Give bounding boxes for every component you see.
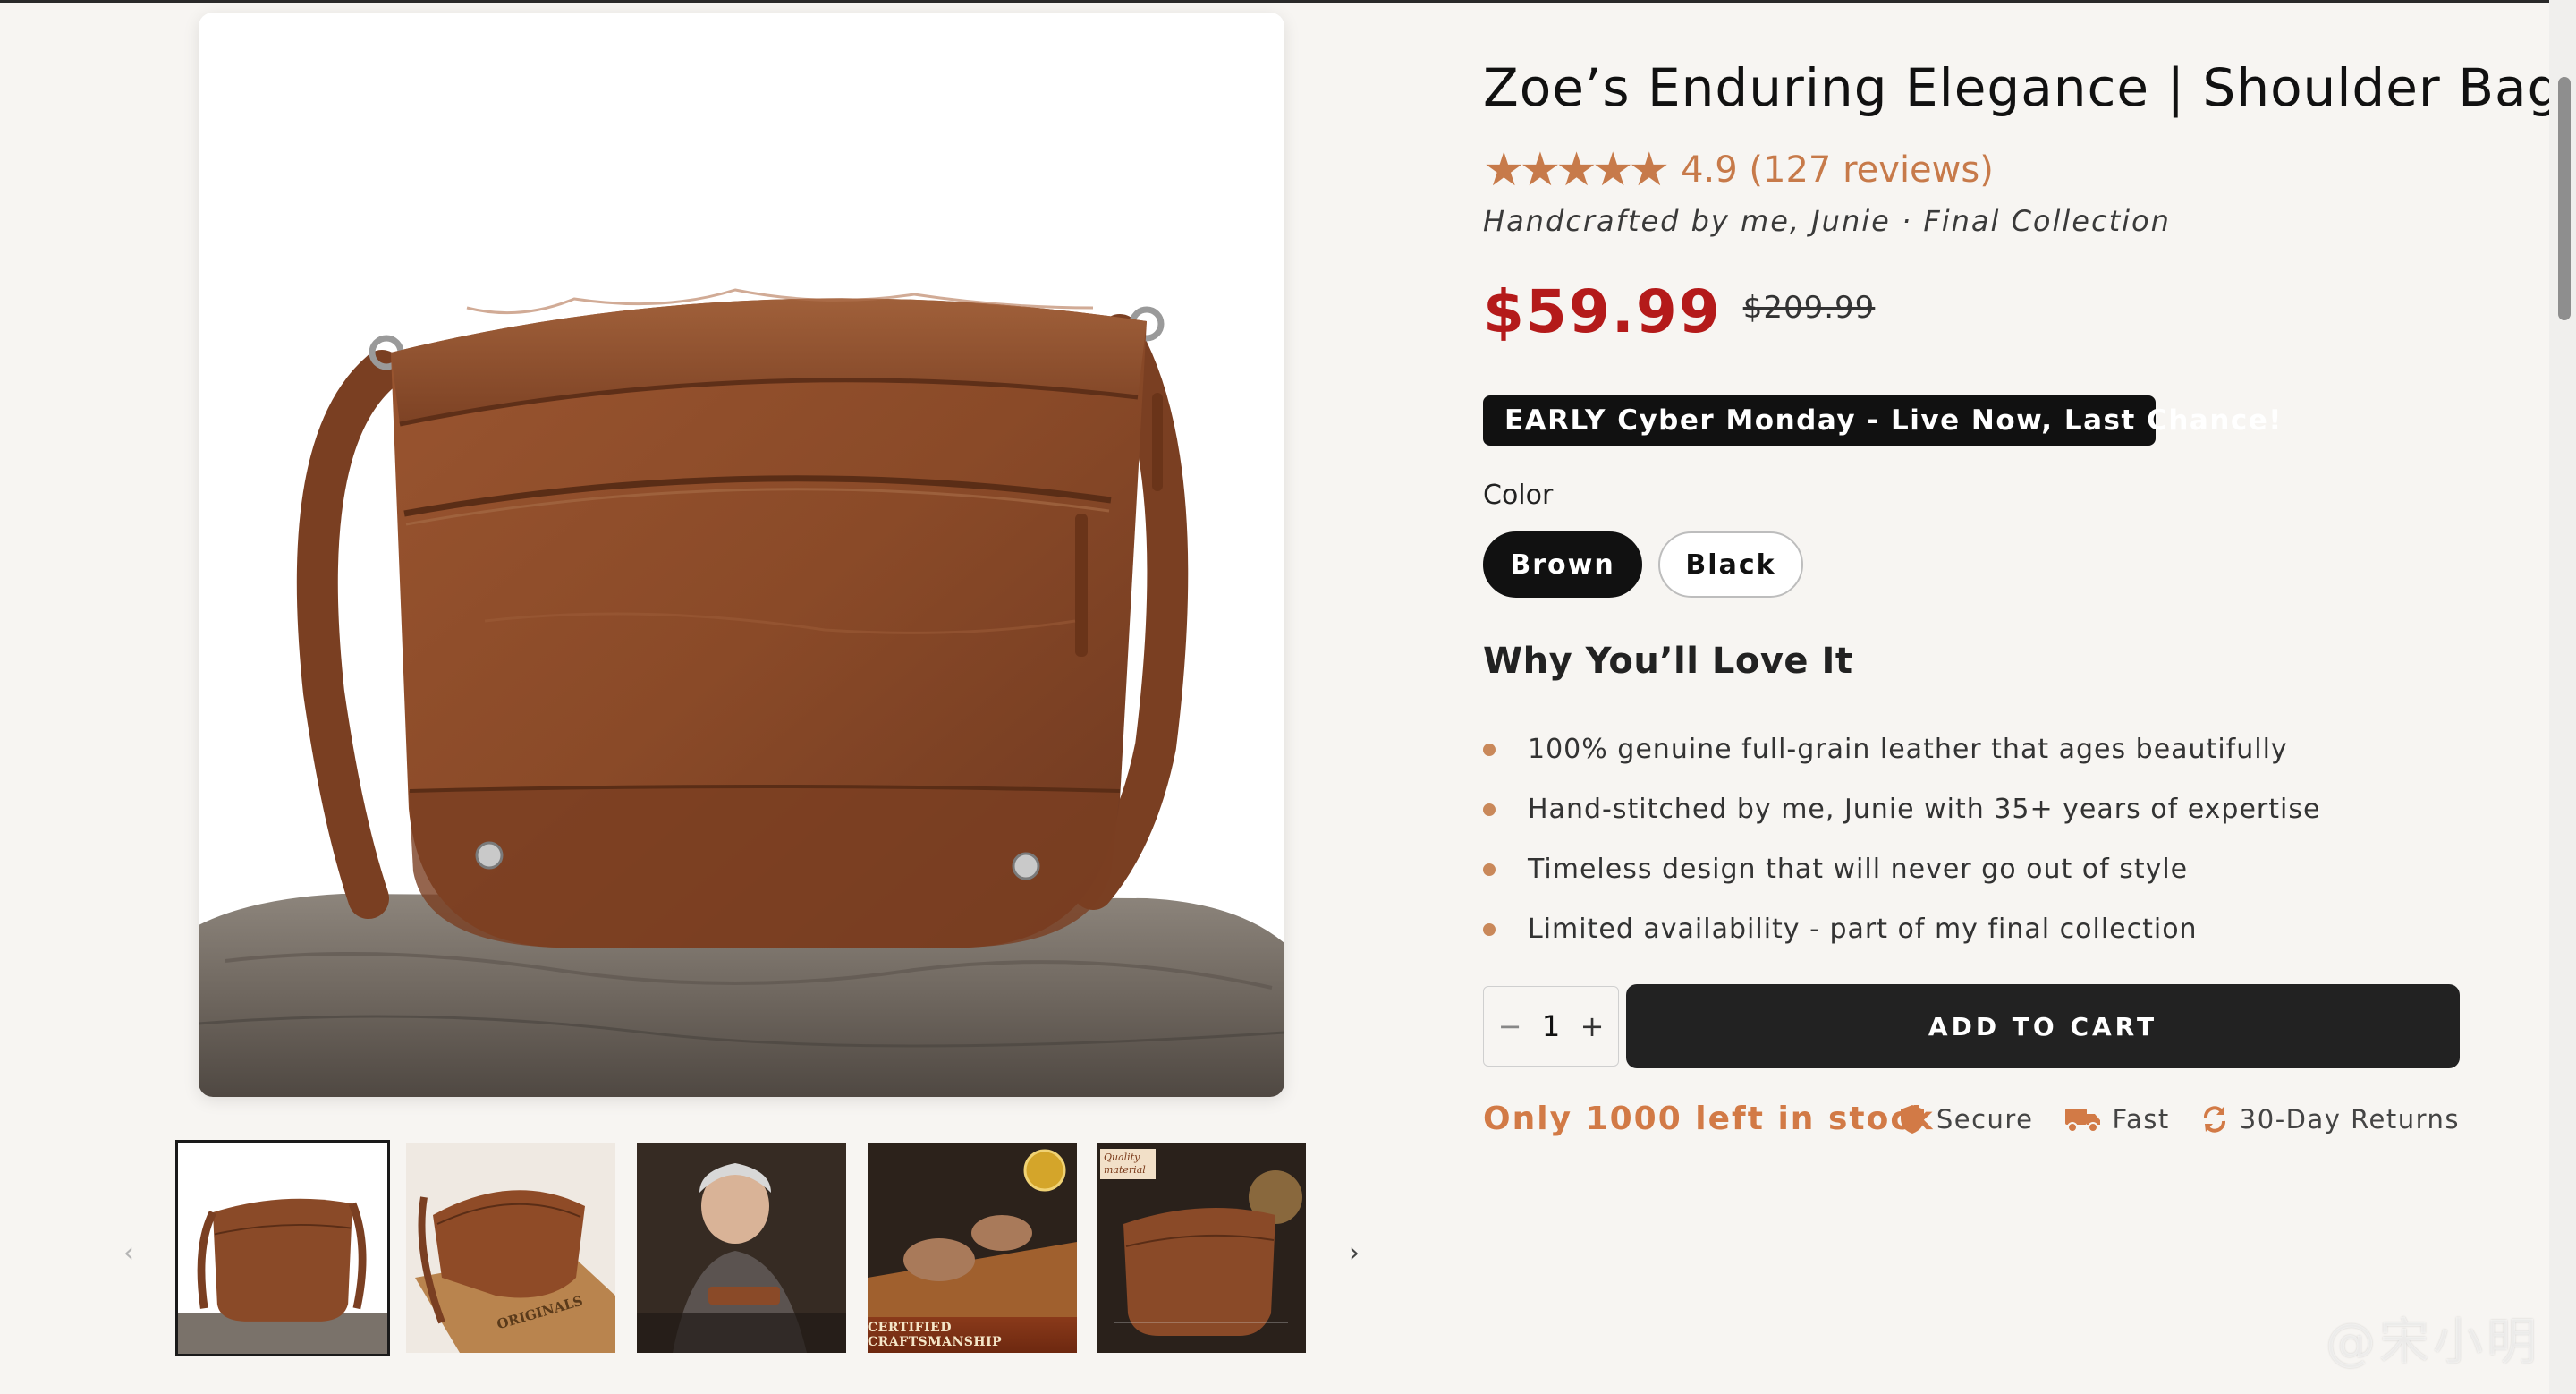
color-swatches: Brown Black bbox=[1483, 531, 1803, 598]
feature-item: 100% genuine full-grain leather that age… bbox=[1483, 719, 2320, 779]
badge-fast: Fast bbox=[2064, 1104, 2170, 1135]
bag-illustration bbox=[199, 13, 1284, 1097]
feature-list: 100% genuine full-grain leather that age… bbox=[1483, 719, 2320, 959]
thumbnails-next-arrow[interactable]: › bbox=[1336, 1226, 1372, 1279]
certified-craftsmanship-caption: CERTIFIED CRAFTSMANSHIP bbox=[868, 1317, 1077, 1353]
badge-returns: 30-Day Returns bbox=[2200, 1104, 2460, 1135]
compare-at-price: $209.99 bbox=[1742, 290, 1876, 326]
badge-label: Secure bbox=[1936, 1104, 2034, 1135]
star-rating-icon: ★★★★★ bbox=[1483, 143, 1670, 197]
quantity-value[interactable]: 1 bbox=[1542, 1009, 1560, 1043]
scrollbar-thumb[interactable] bbox=[2558, 77, 2571, 320]
trust-badges: Secure Fast 30-Day Returns bbox=[1899, 1104, 2460, 1135]
bullet-icon bbox=[1483, 863, 1496, 876]
thumbnail-4[interactable]: CERTIFIED CRAFTSMANSHIP bbox=[868, 1143, 1077, 1353]
thumbnail-3[interactable] bbox=[637, 1143, 846, 1353]
bullet-icon bbox=[1483, 803, 1496, 816]
truck-icon bbox=[2064, 1109, 2100, 1133]
add-to-cart-button[interactable]: ADD TO CART bbox=[1626, 984, 2460, 1068]
badge-secure: Secure bbox=[1899, 1104, 2034, 1135]
stock-notice: Only 1000 left in stock bbox=[1483, 1101, 1935, 1137]
feature-text: Timeless design that will never go out o… bbox=[1528, 854, 2189, 885]
rating-text[interactable]: 4.9 (127 reviews) bbox=[1681, 149, 1994, 191]
promo-banner: EARLY Cyber Monday - Live Now, Last Chan… bbox=[1483, 395, 2281, 446]
feature-text: Limited availability - part of my final … bbox=[1528, 914, 2198, 945]
rating-row[interactable]: ★★★★★ 4.9 (127 reviews) bbox=[1483, 147, 1994, 193]
color-label: Color bbox=[1483, 480, 1554, 511]
badge-label: Fast bbox=[2112, 1104, 2170, 1135]
bullet-icon bbox=[1483, 922, 1496, 936]
main-product-image[interactable] bbox=[199, 13, 1284, 1097]
quality-material-tag: Quality material bbox=[1100, 1149, 1156, 1179]
color-option-black[interactable]: Black bbox=[1658, 531, 1803, 598]
color-option-brown[interactable]: Brown bbox=[1483, 531, 1642, 598]
shield-icon bbox=[1900, 1105, 1924, 1134]
page-scrollbar[interactable] bbox=[2549, 0, 2576, 1394]
badge-label: 30-Day Returns bbox=[2239, 1104, 2460, 1135]
why-love-heading: Why You’ll Love It bbox=[1483, 641, 1853, 682]
feature-text: 100% genuine full-grain leather that age… bbox=[1528, 734, 2288, 765]
bullet-icon bbox=[1483, 743, 1496, 756]
feature-item: Timeless design that will never go out o… bbox=[1483, 839, 2320, 899]
feature-text: Hand-stitched by me, Junie with 35+ year… bbox=[1528, 794, 2321, 825]
byline: Handcrafted by me, Junie · Final Collect… bbox=[1483, 204, 2171, 238]
thumbnail-5[interactable]: Quality material bbox=[1097, 1143, 1306, 1353]
thumbnail-bag-front bbox=[178, 1143, 387, 1354]
sale-price: $59.99 bbox=[1483, 277, 1722, 346]
thumbnail-1[interactable] bbox=[175, 1140, 390, 1356]
watermark: @宋小明 bbox=[2326, 1313, 2540, 1372]
quantity-increase-button[interactable]: + bbox=[1579, 1009, 1606, 1043]
quantity-stepper: − 1 + bbox=[1483, 986, 1619, 1067]
promo-banner-text: EARLY Cyber Monday - Live Now, Last Chan… bbox=[1504, 404, 2283, 437]
price-row: $59.99 $209.99 bbox=[1483, 283, 1875, 342]
thumbnail-2[interactable]: ORIGINALS bbox=[406, 1143, 615, 1353]
thumbnail-artisan-portrait bbox=[637, 1143, 846, 1353]
feature-item: Limited availability - part of my final … bbox=[1483, 899, 2320, 959]
return-arrows-icon bbox=[2203, 1106, 2225, 1133]
quantity-decrease-button[interactable]: − bbox=[1496, 1009, 1523, 1043]
product-title: Zoe’s Enduring Elegance | Shoulder Bag bbox=[1483, 57, 2562, 118]
top-border bbox=[0, 0, 2576, 3]
thumbnails-prev-arrow[interactable]: ‹ bbox=[111, 1226, 147, 1279]
feature-item: Hand-stitched by me, Junie with 35+ year… bbox=[1483, 779, 2320, 839]
